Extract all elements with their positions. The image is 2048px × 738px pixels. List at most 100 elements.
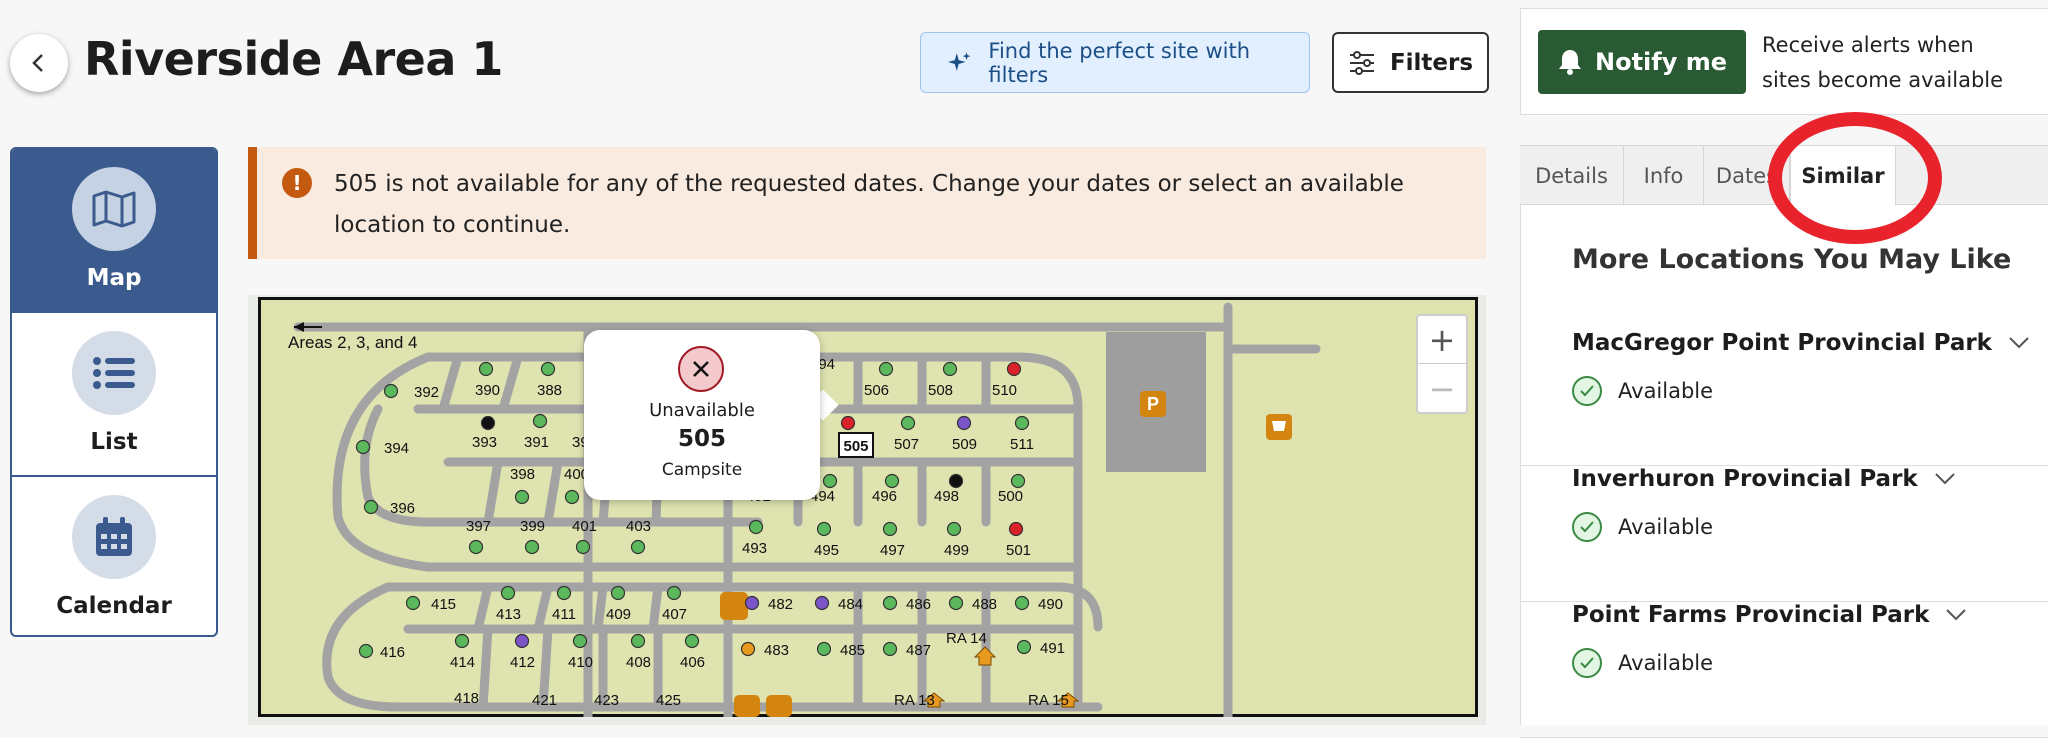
campsite-marker-396[interactable] [363,499,379,515]
notify-me-button[interactable]: Notify me [1538,30,1746,94]
zoom-out-button[interactable]: − [1418,365,1466,413]
campsite-number: 407 [662,606,687,623]
similar-section-title: More Locations You May Like [1572,244,2012,275]
campsite-marker-491[interactable] [1016,639,1032,655]
campsite-marker-413[interactable] [500,585,516,601]
campsite-marker-500[interactable] [1010,473,1026,489]
campsite-number: 496 [872,488,897,505]
park-name: Inverhuron Provincial Park [1572,466,1918,492]
nav-item-list[interactable]: List [12,311,216,473]
campsite-marker-411[interactable] [556,585,572,601]
similar-park-item[interactable]: Inverhuron Provincial Park Available [1520,466,2048,602]
check-icon [1572,512,1602,542]
back-button[interactable] [10,34,68,92]
campsite-marker-487[interactable] [882,641,898,657]
chevron-down-icon[interactable] [1945,608,1967,622]
campsite-marker-508[interactable] [942,361,958,377]
campsite-number: 391 [524,434,549,451]
campsite-marker-394[interactable] [355,439,371,455]
campsite-marker-391[interactable] [532,413,548,429]
campsite-number: 491 [1040,640,1065,657]
park-name: MacGregor Point Provincial Park [1572,330,1992,356]
campsite-marker-507[interactable] [900,415,916,431]
zoom-control: + − [1416,314,1468,414]
campsite-marker-488[interactable] [948,595,964,611]
chevron-down-icon[interactable] [2008,336,2030,350]
filters-button[interactable]: Filters [1332,32,1489,93]
popup-site-number: 505 [677,426,726,452]
sliders-icon [1349,50,1374,75]
campsite-marker-494[interactable] [822,473,838,489]
campsite-number: 401 [572,518,597,535]
alert-message: 505 is not available for any of the requ… [334,171,1404,238]
campsite-marker-398[interactable] [514,489,530,505]
campsite-marker-498[interactable] [948,473,964,489]
find-site-button[interactable]: Find the perfect site with filters [920,32,1310,93]
campsite-marker-410[interactable] [572,633,588,649]
campsite-marker-484[interactable] [814,595,830,611]
highlight-annotation [1768,112,1942,244]
campsite-marker-390[interactable] [478,361,494,377]
water-tap-icon [720,592,748,620]
campsite-marker-408[interactable] [630,633,646,649]
campsite-marker-482[interactable] [744,595,760,611]
campsite-marker-416[interactable] [358,643,374,659]
nav-item-map[interactable]: Map [12,149,216,311]
campsite-marker-393[interactable] [480,415,496,431]
campsite-number: 508 [928,382,953,399]
campsite-marker-414[interactable] [454,633,470,649]
nav-item-label: Map [86,265,142,291]
similar-park-item[interactable]: MacGregor Point Provincial Park Availabl… [1520,330,2048,466]
campsite-marker-493[interactable] [748,519,764,535]
campsite-marker-499[interactable] [946,521,962,537]
campsite-marker-496[interactable] [884,473,900,489]
map-label: RA 15 [1028,692,1069,709]
campsite-marker-497[interactable] [882,521,898,537]
campsite-marker-400[interactable] [564,489,580,505]
map-label: 425 [656,692,681,709]
campground-map[interactable]: P Areas 2, 3, and 4 392 390 388 394 393 391 39… [258,297,1478,717]
site-popup[interactable]: Unavailable 505 Campsite [584,330,820,500]
tab-info[interactable]: Info [1624,146,1704,205]
campsite-marker-495[interactable] [816,521,832,537]
similar-park-item[interactable]: Point Farms Provincial Park Available [1520,602,2048,738]
campsite-marker-490[interactable] [1014,595,1030,611]
campsite-number: 495 [814,542,839,559]
campsite-marker-392[interactable] [383,383,399,399]
campsite-marker-406[interactable] [684,633,700,649]
campsite-number: 493 [742,540,767,557]
campsite-marker-412[interactable] [514,633,530,649]
tab-details[interactable]: Details [1520,146,1624,205]
campsite-marker-511[interactable] [1014,415,1030,431]
campsite-marker-397[interactable] [468,539,484,555]
campsite-marker-415[interactable] [405,595,421,611]
campsite-marker-388[interactable] [540,361,556,377]
campsite-number: 409 [606,606,631,623]
campsite-marker-403[interactable] [630,539,646,555]
campsite-marker-399[interactable] [524,539,540,555]
notify-me-label: Notify me [1595,48,1727,76]
nav-item-calendar[interactable]: Calendar [12,475,216,635]
campsite-number: 416 [380,644,405,661]
nav-item-label: List [90,429,138,455]
close-icon[interactable] [678,346,724,392]
campsite-marker-483[interactable] [740,641,756,657]
campsite-number: 488 [972,596,997,613]
campsite-marker-506[interactable] [878,361,894,377]
campsite-marker-401[interactable] [575,539,591,555]
campsite-marker-486[interactable] [882,595,898,611]
zoom-in-button[interactable]: + [1418,316,1466,364]
campsite-marker-485[interactable] [816,641,832,657]
campsite-marker-505[interactable] [840,415,856,431]
campsite-marker-510[interactable] [1006,361,1022,377]
campsite-marker-509[interactable] [956,415,972,431]
campsite-number: 483 [764,642,789,659]
campsite-marker-409[interactable] [610,585,626,601]
bell-icon [1559,50,1581,75]
popup-site-type: Campsite [661,460,743,480]
campsite-marker-501[interactable] [1008,521,1024,537]
chevron-down-icon[interactable] [1934,472,1956,486]
campsite-marker-407[interactable] [666,585,682,601]
check-icon [1572,376,1602,406]
campsite-number: 509 [952,436,977,453]
